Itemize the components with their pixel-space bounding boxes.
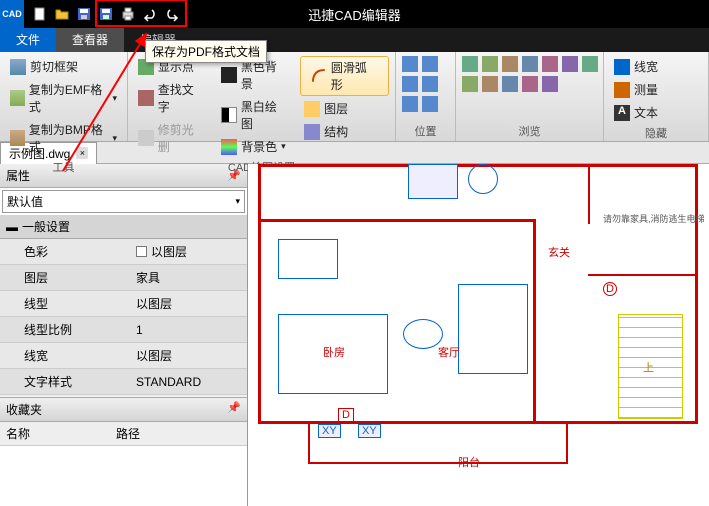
tab-file[interactable]: 文件 [0,28,56,52]
general-section[interactable]: ▬一般设置 [0,215,247,239]
prop-row: 色彩以图层 [0,239,247,265]
group-label-view: 浏览 [462,121,597,139]
pos-icon-3[interactable] [402,76,418,92]
btn-measure[interactable]: 测量 [610,79,702,100]
pos-icon-1[interactable] [402,56,418,72]
group-label-pos: 位置 [402,121,449,139]
btn-find-text[interactable]: 查找文字 [134,79,209,117]
black-bg-icon [221,67,237,83]
wardrobe [278,239,338,279]
btn-layers[interactable]: 图层 [300,98,389,119]
group-label-hide: 隐藏 [610,123,702,141]
trim-icon [138,130,154,146]
title-bar: CAD 迅捷CAD编辑器 [0,0,709,28]
tab-viewer[interactable]: 查看器 [56,28,124,52]
view-icon-3[interactable] [502,56,518,72]
app-icon: CAD [0,0,24,28]
structure-icon [304,124,320,140]
view-icon-5[interactable] [542,56,558,72]
layers-icon [304,101,320,117]
app-title: 迅捷CAD编辑器 [308,5,400,24]
btn-copy-bmp[interactable]: 复制为BMP格式 ▾ [6,119,121,157]
ribbon: 剪切框架 复制为EMF格式 ▾ 复制为BMP格式 ▾ 工具 显示点 查找文字 修… [0,52,709,142]
prop-row: 线型比例1 [0,317,247,343]
color-swatch [136,246,147,257]
btn-text[interactable]: A文本 [610,102,702,123]
copy-bmp-icon [10,130,25,146]
drawing-canvas[interactable]: 卧房 客厅 玄关 阳台 上 请勿靠家具,消防逃生电梯 XY XY D D [248,164,709,506]
ribbon-tab-bar: 文件 查看器 编辑器 [0,28,709,52]
prop-row: 文字样式STANDARD [0,369,247,395]
prop-row: 线型以图层 [0,291,247,317]
find-icon [138,90,154,106]
floor-plan: 卧房 客厅 玄关 阳台 上 请勿靠家具,消防逃生电梯 XY XY D D [248,164,709,506]
left-panel: 属性 📌 默认值▾ ▬一般设置 色彩以图层 图层家具 线型以图层 线型比例1 线… [0,164,248,506]
btn-structure[interactable]: 结构 [300,121,389,142]
btn-bg-color[interactable]: 背景色 ▾ [217,136,292,157]
qat-save-icon[interactable] [74,4,94,24]
bgcolor-icon [221,139,237,155]
sofa [458,284,528,374]
btn-trim: 修剪光删 [134,119,209,157]
qat-undo-icon[interactable] [140,4,160,24]
table [403,319,443,349]
pos-icon-5[interactable] [402,96,418,112]
toilet [468,164,498,194]
copy-emf-icon [10,90,25,106]
bw-icon [221,107,237,123]
view-icon-10[interactable] [502,76,518,92]
scissors-icon [10,59,26,75]
view-icon-6[interactable] [562,56,578,72]
pin-icon[interactable]: 📌 [227,401,241,418]
btn-cut-frame[interactable]: 剪切框架 [6,56,121,77]
text-icon: A [614,105,630,121]
btn-smooth-arc[interactable]: 圆滑弧形 [300,56,389,96]
view-icon-4[interactable] [522,56,538,72]
ruler-icon [614,82,630,98]
pos-icon-4[interactable] [422,76,438,92]
prop-row: 图层家具 [0,265,247,291]
pos-icon-2[interactable] [422,56,438,72]
linewidth-icon [614,59,630,75]
qat-redo-icon[interactable] [162,4,182,24]
qat-open-icon[interactable] [52,4,72,24]
chevron-down-icon: ▾ [235,196,240,207]
group-label-tools: 工具 [6,157,121,175]
quick-access-toolbar [24,4,188,24]
sink [408,164,458,199]
view-icon-1[interactable] [462,56,478,72]
property-grid: 色彩以图层 图层家具 线型以图层 线型比例1 线宽以图层 文字样式STANDAR… [0,239,247,395]
defaults-combo[interactable]: 默认值▾ [2,190,245,213]
tooltip-save-pdf: 保存为PDF格式文档 [145,40,267,63]
view-icon-8[interactable] [462,76,478,92]
view-icon-7[interactable] [582,56,598,72]
arc-icon [311,68,327,84]
collapse-icon: ▬ [6,220,18,234]
pos-icon-6[interactable] [422,96,438,112]
view-icon-9[interactable] [482,76,498,92]
qat-new-icon[interactable] [30,4,50,24]
view-icon-12[interactable] [542,76,558,92]
view-icon-2[interactable] [482,56,498,72]
btn-copy-emf[interactable]: 复制为EMF格式 ▾ [6,79,121,117]
prop-row: 线宽以图层 [0,343,247,369]
favorites-columns: 名称 路径 [0,422,247,446]
qat-save-pdf-icon[interactable] [96,4,116,24]
favorites-header: 收藏夹📌 [0,397,247,422]
view-icon-11[interactable] [522,76,538,92]
btn-bw-draw[interactable]: 黑白绘图 [217,96,292,134]
qat-print-icon[interactable] [118,4,138,24]
btn-linewidth[interactable]: 线宽 [610,56,702,77]
